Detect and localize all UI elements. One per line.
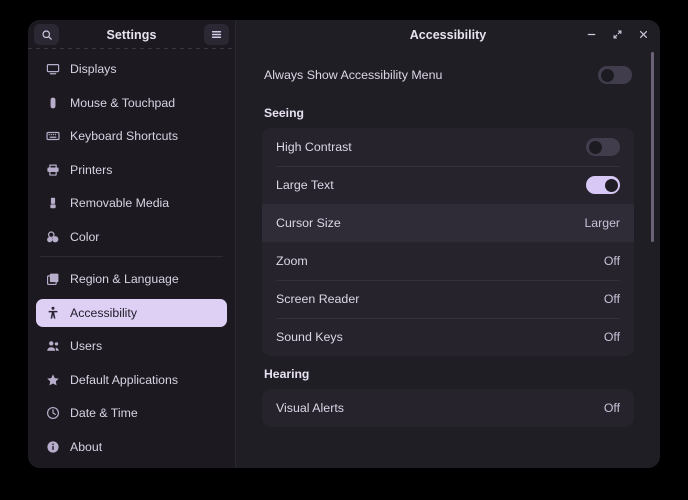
toggle-knob xyxy=(600,68,614,82)
section-title-hearing: Hearing xyxy=(264,367,310,381)
sidebar-item-region-language[interactable]: Region & Language xyxy=(36,265,227,293)
setting-label-cursor-size: Cursor Size xyxy=(276,216,341,230)
mouse-icon xyxy=(46,96,60,110)
minimize-icon xyxy=(586,29,597,40)
region-language-icon xyxy=(46,272,60,286)
menu-button[interactable] xyxy=(204,24,229,45)
sidebar-item-default-applications[interactable]: Default Applications xyxy=(36,366,227,394)
settings-content: Always Show Accessibility Menu Seeing Hig… xyxy=(236,49,660,468)
close-button[interactable] xyxy=(636,28,650,42)
scrollbar-thumb[interactable] xyxy=(651,52,654,242)
sidebar-item-label: Mouse & Touchpad xyxy=(70,95,176,110)
setting-label-visual-alerts: Visual Alerts xyxy=(276,401,344,415)
close-icon xyxy=(638,29,649,40)
window-titlebar[interactable]: Accessibility xyxy=(236,20,660,49)
sidebar-item-label: Displays xyxy=(70,62,117,76)
sidebar-item-removable-media[interactable]: Removable Media xyxy=(36,189,227,217)
toggle-knob xyxy=(604,178,618,192)
sidebar-item-label: Default Applications xyxy=(70,372,179,387)
sidebar-item-mouse-touchpad[interactable]: Mouse & Touchpad xyxy=(36,89,227,117)
setting-value-visual-alerts: Off xyxy=(603,401,620,415)
sidebar-item-label: About xyxy=(70,439,103,454)
usb-drive-icon xyxy=(46,196,60,210)
search-icon xyxy=(41,29,53,41)
setting-toggle-high-contrast[interactable] xyxy=(586,138,620,156)
maximize-icon xyxy=(612,29,623,40)
settings-card-seeing: High Contrast Large Text Cursor Size Larger… xyxy=(262,128,634,356)
setting-toggle-large-text[interactable] xyxy=(586,176,620,194)
sidebar-item-label: Color xyxy=(70,229,100,244)
settings-sections: Seeing High Contrast Large Text Cursor Size… xyxy=(262,106,634,427)
minimize-button[interactable] xyxy=(584,28,598,42)
sidebar-item-label: Removable Media xyxy=(70,196,170,210)
toggle-knob xyxy=(588,140,602,154)
sidebar-item-label: Users xyxy=(70,339,103,353)
content-scrollbar[interactable] xyxy=(650,50,655,462)
info-icon xyxy=(46,440,60,454)
always-show-accessibility-menu-label: Always Show Accessibility Menu xyxy=(264,68,443,82)
color-palette-icon xyxy=(46,230,60,244)
sidebar-title: Settings xyxy=(106,27,157,42)
sidebar-item-users[interactable]: Users xyxy=(36,332,227,360)
hamburger-menu-icon xyxy=(210,29,223,40)
sidebar-header: Settings xyxy=(28,20,235,49)
users-icon xyxy=(46,339,60,353)
keyboard-icon xyxy=(46,129,60,143)
sidebar-item-accessibility[interactable]: Accessibility xyxy=(36,298,227,327)
setting-value-sound-keys: Off xyxy=(603,330,620,344)
setting-label-high-contrast: High Contrast xyxy=(276,140,352,154)
setting-value-screen-reader: Off xyxy=(603,292,620,306)
sidebar-item-label: Keyboard Shortcuts xyxy=(70,129,179,143)
sidebar-item-label: Region & Language xyxy=(70,272,179,286)
desktop-background: Settings Displays Mouse & Touchpad Keyboar… xyxy=(0,0,688,500)
always-show-accessibility-menu-row[interactable]: Always Show Accessibility Menu xyxy=(262,55,634,95)
sidebar-item-keyboard-shortcuts[interactable]: Keyboard Shortcuts xyxy=(36,122,227,150)
setting-row-zoom[interactable]: Zoom Off xyxy=(262,242,634,280)
sidebar-item-label: Accessibility xyxy=(70,305,137,320)
settings-window: Settings Displays Mouse & Touchpad Keyboar… xyxy=(28,20,660,468)
sidebar-item-about[interactable]: About xyxy=(36,433,227,461)
sidebar-item-date-time[interactable]: Date & Time xyxy=(36,399,227,427)
setting-row-sound-keys[interactable]: Sound Keys Off xyxy=(262,318,634,356)
printer-icon xyxy=(46,163,60,177)
setting-label-zoom: Zoom xyxy=(276,254,308,268)
setting-value-zoom: Off xyxy=(603,254,620,268)
clock-icon xyxy=(46,406,60,420)
display-icon xyxy=(46,62,60,76)
accessibility-icon xyxy=(46,306,60,320)
sidebar-item-label: Printers xyxy=(70,162,113,177)
setting-value-cursor-size: Larger xyxy=(584,216,620,230)
sidebar-item-displays[interactable]: Displays xyxy=(36,55,227,83)
settings-card-hearing: Visual Alerts Off xyxy=(262,389,634,427)
always-show-accessibility-menu-toggle[interactable] xyxy=(598,66,632,84)
window-controls xyxy=(584,28,650,42)
setting-row-screen-reader[interactable]: Screen Reader Off xyxy=(262,280,634,318)
main-pane: Accessibility Always Show Accessibility … xyxy=(236,20,660,468)
sidebar-item-label: Date & Time xyxy=(70,406,138,420)
setting-row-visual-alerts[interactable]: Visual Alerts Off xyxy=(262,389,634,427)
setting-row-high-contrast[interactable]: High Contrast xyxy=(262,128,634,166)
section-title-seeing: Seeing xyxy=(264,106,304,120)
search-button[interactable] xyxy=(34,24,59,45)
setting-label-sound-keys: Sound Keys xyxy=(276,330,343,344)
sidebar: Settings Displays Mouse & Touchpad Keyboar… xyxy=(28,20,236,468)
setting-row-cursor-size[interactable]: Cursor Size Larger xyxy=(262,204,634,242)
setting-row-large-text[interactable]: Large Text xyxy=(262,166,634,204)
sidebar-item-color[interactable]: Color xyxy=(36,223,227,251)
sidebar-nav-list: Displays Mouse & Touchpad Keyboard Shortcu… xyxy=(28,49,235,468)
sidebar-separator xyxy=(40,256,223,257)
setting-label-large-text: Large Text xyxy=(276,178,334,192)
sidebar-item-printers[interactable]: Printers xyxy=(36,156,227,184)
maximize-button[interactable] xyxy=(610,28,624,42)
star-icon xyxy=(46,373,60,387)
setting-label-screen-reader: Screen Reader xyxy=(276,292,360,306)
